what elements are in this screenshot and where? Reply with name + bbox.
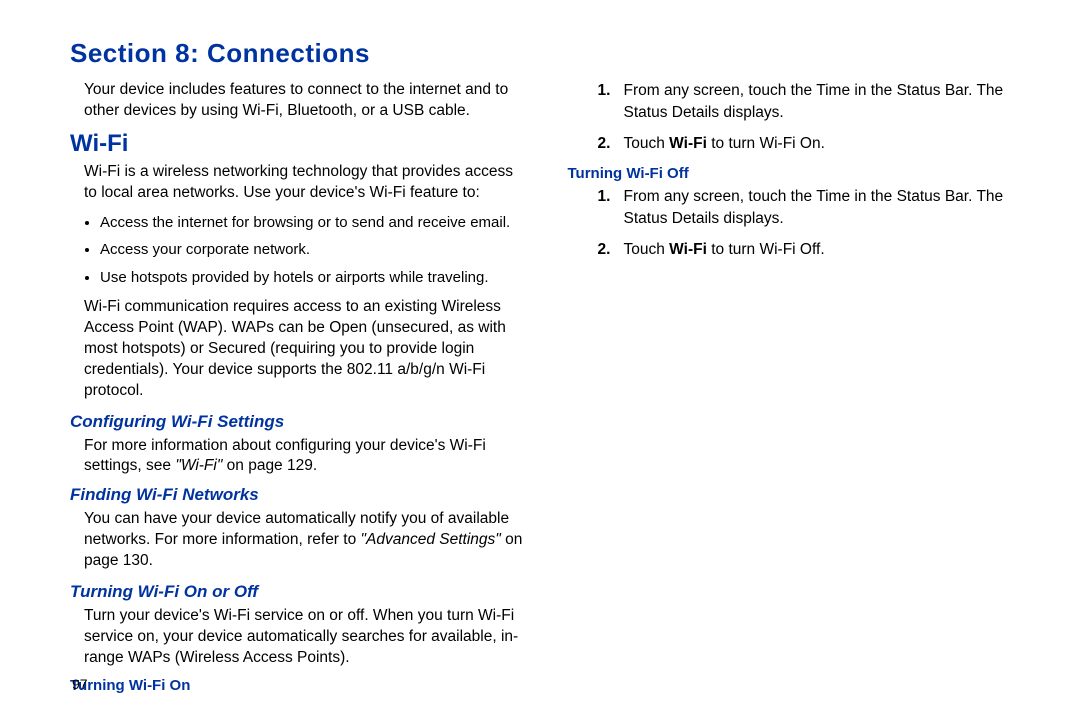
turning-on-heading: Turning Wi-Fi On xyxy=(70,677,528,694)
list-item: Access your corporate network. xyxy=(100,239,528,261)
finding-heading: Finding Wi-Fi Networks xyxy=(70,485,528,505)
list-item: Use hotspots provided by hotels or airpo… xyxy=(100,267,528,289)
configuring-heading: Configuring Wi-Fi Settings xyxy=(70,412,528,432)
step-item: 1. From any screen, touch the Time in th… xyxy=(598,80,1026,123)
step-number: 2. xyxy=(598,239,616,261)
wifi-heading: Wi-Fi xyxy=(70,130,528,158)
wifi-detail: Wi-Fi communication requires access to a… xyxy=(84,297,528,402)
text-run: to turn Wi-Fi On. xyxy=(707,135,825,152)
finding-text: You can have your device automatically n… xyxy=(84,509,528,572)
step-item: 2. Touch Wi-Fi to turn Wi-Fi Off. xyxy=(598,239,1026,261)
wifi-intro: Wi-Fi is a wireless networking technolog… xyxy=(84,162,528,204)
step-number: 1. xyxy=(598,186,616,229)
turning-off-heading: Turning Wi-Fi Off xyxy=(568,165,1026,182)
turning-on-steps: 1. From any screen, touch the Time in th… xyxy=(598,80,1026,155)
text-run: to turn Wi-Fi Off. xyxy=(707,241,825,258)
configuring-text: For more information about configuring y… xyxy=(84,436,528,478)
xref: "Advanced Settings" xyxy=(361,531,501,548)
turning-text: Turn your device's Wi-Fi service on or o… xyxy=(84,606,528,669)
ui-term: Wi-Fi xyxy=(669,135,707,152)
page-number: 97 xyxy=(72,676,88,692)
turning-off-steps: 1. From any screen, touch the Time in th… xyxy=(598,186,1026,261)
turning-heading: Turning Wi-Fi On or Off xyxy=(70,582,528,602)
ui-term: Wi-Fi xyxy=(669,241,707,258)
section-title: Section 8: Connections xyxy=(70,38,370,69)
step-number: 2. xyxy=(598,133,616,155)
xref: "Wi-Fi" xyxy=(175,457,222,474)
intro-paragraph: Your device includes features to connect… xyxy=(84,80,528,122)
step-text: Touch Wi-Fi to turn Wi-Fi On. xyxy=(624,133,825,155)
wifi-bullet-list: Access the internet for browsing or to s… xyxy=(70,212,528,289)
text-run: Touch xyxy=(624,135,670,152)
step-text: From any screen, touch the Time in the S… xyxy=(624,186,1026,229)
text-run: Touch xyxy=(624,241,670,258)
step-text: Touch Wi-Fi to turn Wi-Fi Off. xyxy=(624,239,825,261)
step-item: 1. From any screen, touch the Time in th… xyxy=(598,186,1026,229)
step-item: 2. Touch Wi-Fi to turn Wi-Fi On. xyxy=(598,133,1026,155)
step-number: 1. xyxy=(598,80,616,123)
step-text: From any screen, touch the Time in the S… xyxy=(624,80,1026,123)
list-item: Access the internet for browsing or to s… xyxy=(100,212,528,234)
text-run: on page 129. xyxy=(222,457,317,474)
